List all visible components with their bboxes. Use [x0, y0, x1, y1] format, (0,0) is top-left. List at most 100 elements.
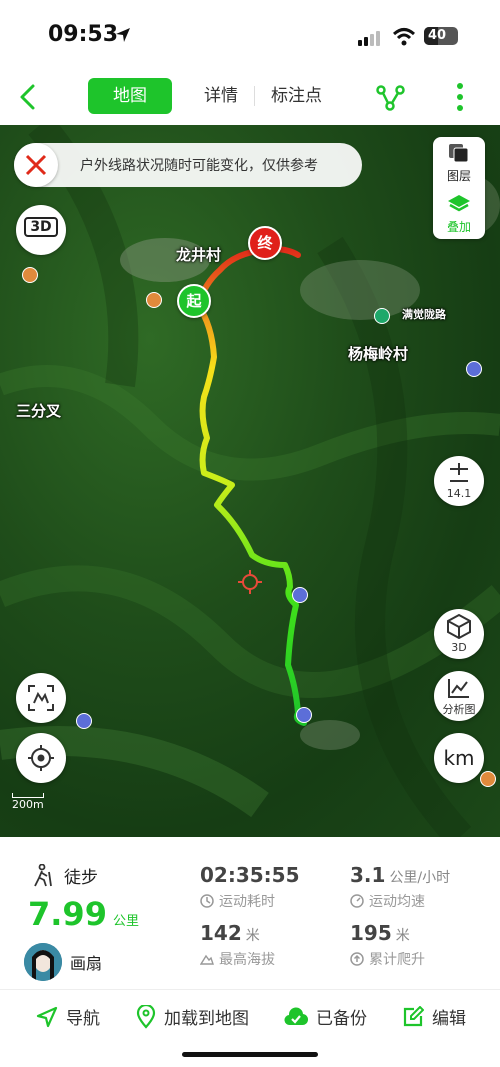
- navigate-button[interactable]: 导航: [36, 1004, 100, 1029]
- layers-button[interactable]: 图层: [433, 137, 485, 188]
- duration-label-row: 运动耗时: [200, 891, 300, 911]
- poi-landmark-icon[interactable]: [292, 587, 308, 603]
- poi-landmark-icon[interactable]: [296, 707, 312, 723]
- speed-value: 3.1: [350, 863, 386, 887]
- cellular-signal-icon: [358, 31, 380, 46]
- battery-indicator: 40: [424, 27, 458, 45]
- plus-minus-icon: [450, 463, 468, 482]
- action-bar: 导航 加载到地图 已备份 编辑: [0, 989, 500, 1045]
- zoom-button[interactable]: 14.1: [434, 456, 484, 506]
- navigation-arrow-icon: [36, 1006, 58, 1027]
- tab-markers[interactable]: 标注点: [255, 78, 338, 114]
- max-altitude-unit: 米: [245, 928, 260, 944]
- climb-label: 累计爬升: [369, 952, 425, 968]
- sport-type-label: 徒步: [64, 868, 98, 888]
- chart-line-icon: [448, 679, 469, 698]
- end-marker[interactable]: 终: [248, 226, 282, 260]
- unit-toggle-button[interactable]: km: [434, 733, 484, 783]
- place-sanfencha: 三分叉: [16, 402, 62, 420]
- clock-icon: [200, 894, 214, 908]
- satellite-terrain: [0, 125, 500, 837]
- home-indicator[interactable]: [182, 1052, 318, 1057]
- duration-value: 02:35:55: [200, 863, 300, 887]
- fit-route-icon: [28, 685, 54, 711]
- overlay-button[interactable]: 叠加: [433, 188, 485, 239]
- arrow-up-circle-icon: [350, 952, 364, 966]
- back-chevron-icon[interactable]: [14, 82, 44, 112]
- cloud-check-icon: [284, 1007, 308, 1025]
- metric-duration: 02:35:55 运动耗时: [200, 863, 300, 911]
- poi-landmark-icon[interactable]: [76, 713, 92, 729]
- unit-toggle-label: km: [443, 746, 475, 770]
- wifi-icon: [392, 28, 416, 46]
- speed-label-row: 运动均速: [350, 891, 450, 911]
- status-bar: 09:53 40: [0, 0, 500, 70]
- metric-climb: 195 米 累计爬升: [350, 921, 425, 969]
- edit-button[interactable]: 编辑: [402, 1004, 466, 1029]
- distance: 7.99 公里: [28, 895, 139, 933]
- hiking-icon: [34, 863, 52, 886]
- stats-panel: 徒步 7.99 公里 画扇 02:35:55 运动耗时 3.1 公里/小时 运动…: [0, 837, 500, 989]
- poi-school-icon[interactable]: [480, 771, 496, 787]
- scale-label: 200m: [12, 798, 44, 811]
- locate-button[interactable]: [16, 733, 66, 783]
- poi-bus-icon[interactable]: [374, 308, 390, 324]
- distance-value: 7.99: [28, 895, 107, 933]
- notice-text: 户外线路状况随时可能变化，仅供参考: [80, 158, 318, 174]
- close-icon[interactable]: [14, 143, 58, 187]
- zoom-level: 14.1: [446, 487, 472, 500]
- route-notice-banner: 户外线路状况随时可能变化，仅供参考: [14, 143, 362, 187]
- more-vertical-icon[interactable]: [452, 82, 468, 112]
- start-marker[interactable]: 起: [177, 284, 211, 318]
- view-3d-label: 3D: [24, 217, 58, 237]
- sport-type: 徒步: [32, 863, 98, 888]
- duration-label: 运动耗时: [219, 894, 275, 910]
- terrain-3d-button[interactable]: 3D: [434, 609, 484, 659]
- metric-speed: 3.1 公里/小时 运动均速: [350, 863, 450, 911]
- backup-button[interactable]: 已备份: [284, 1004, 367, 1029]
- edit-icon: [403, 1005, 424, 1026]
- place-longjing: 龙井村: [176, 246, 222, 264]
- poi-landmark-icon[interactable]: [466, 361, 482, 377]
- road-manjuelong: 满觉陇路: [402, 308, 446, 321]
- metric-max-altitude: 142 米 最高海拔: [200, 921, 275, 969]
- place-yangmeiling: 杨梅岭村: [348, 345, 409, 363]
- edit-label: 编辑: [432, 1009, 466, 1029]
- map-view[interactable]: 户外线路状况随时可能变化，仅供参考 图层 叠加 3D 14.1 3D 分析图 k…: [0, 125, 500, 837]
- poi-mountain-icon[interactable]: [22, 267, 38, 283]
- battery-level: 40: [428, 28, 447, 43]
- map-scale: 200m: [12, 793, 44, 811]
- view-3d-button[interactable]: 3D: [16, 205, 66, 255]
- nav-bar: 地图 详情 标注点: [0, 70, 500, 125]
- navigate-label: 导航: [66, 1009, 100, 1029]
- distance-unit: 公里: [112, 914, 139, 929]
- max-altitude-label-row: 最高海拔: [200, 949, 275, 969]
- layers-label: 图层: [446, 169, 471, 183]
- location-arrow-icon: [116, 28, 130, 42]
- load-to-map-label: 加载到地图: [164, 1009, 249, 1029]
- speed-unit: 公里/小时: [389, 870, 451, 886]
- user-info[interactable]: 画扇: [24, 943, 102, 981]
- tab-details[interactable]: 详情: [188, 78, 254, 114]
- avatar[interactable]: [24, 943, 62, 981]
- load-to-map-button[interactable]: 加载到地图: [136, 1004, 249, 1029]
- terrain-3d-label: 3D: [451, 641, 467, 654]
- fit-route-button[interactable]: [16, 673, 66, 723]
- analysis-button[interactable]: 分析图: [434, 671, 484, 721]
- max-altitude-label: 最高海拔: [219, 952, 275, 968]
- tab-map[interactable]: 地图: [88, 78, 172, 114]
- status-time: 09:53: [48, 22, 119, 47]
- map-pin-icon: [136, 1004, 156, 1029]
- stack-icon: [448, 195, 470, 212]
- tab-bar: 地图 详情 标注点: [88, 78, 338, 114]
- climb-label-row: 累计爬升: [350, 949, 425, 969]
- backup-label: 已备份: [316, 1009, 367, 1029]
- cube-icon: [447, 613, 471, 640]
- max-altitude-value: 142: [200, 921, 242, 945]
- app-screen: 09:53 40 地图 详情 标注点 户外线路状况随时可能变化，仅供参考 图层 …: [0, 0, 500, 1067]
- layers-panel: 图层 叠加: [433, 137, 485, 239]
- analysis-label: 分析图: [442, 703, 476, 716]
- speed-label: 运动均速: [369, 894, 425, 910]
- route-share-icon[interactable]: [376, 84, 406, 112]
- poi-mountain-icon[interactable]: [146, 292, 162, 308]
